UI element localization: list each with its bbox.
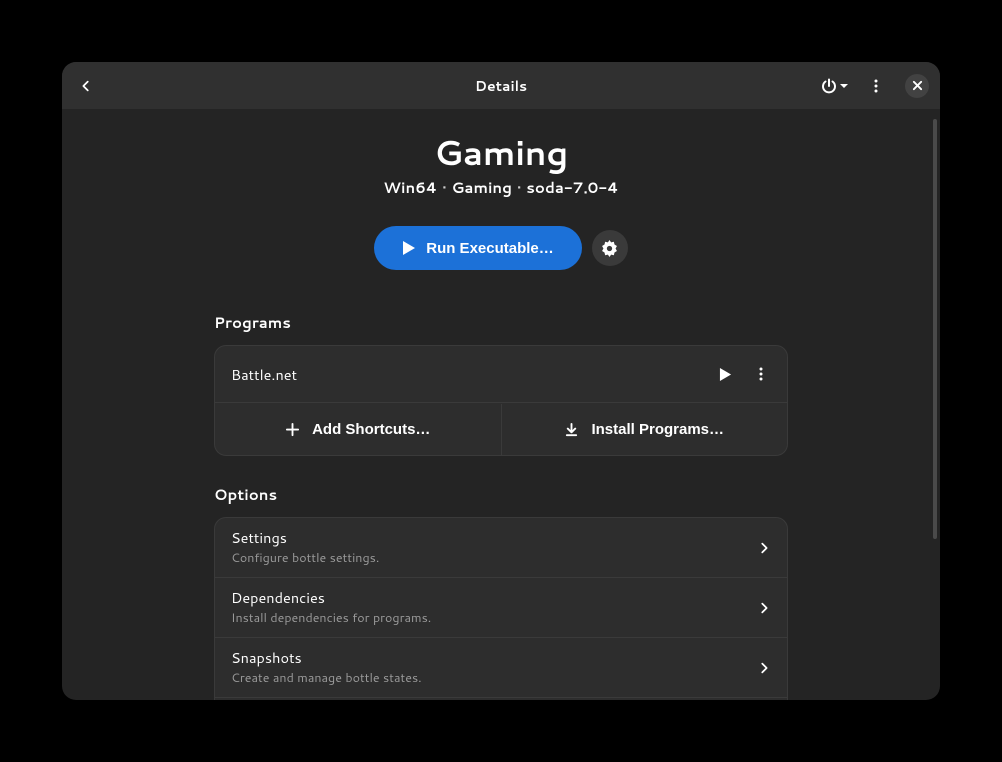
programs-actions-row: Add Shortcuts… Install Programs… <box>215 403 787 455</box>
play-icon <box>402 240 416 256</box>
bottle-arch: Win64 <box>383 177 437 198</box>
header-right <box>815 69 933 103</box>
option-title: Settings <box>231 529 757 548</box>
programs-section: Programs Battle.net Add Shortcuts… <box>214 292 788 464</box>
program-row: Battle.net <box>215 346 787 403</box>
bottle-env: Gaming <box>452 177 512 198</box>
main-menu-button[interactable] <box>859 69 893 103</box>
power-icon <box>821 78 837 94</box>
power-menu-button[interactable] <box>815 69 855 103</box>
option-title: Dependencies <box>231 589 757 608</box>
chevron-right-icon <box>757 601 771 615</box>
option-subtitle: Configure bottle settings. <box>231 550 757 566</box>
header-left <box>69 69 103 103</box>
install-programs-label: Install Programs… <box>591 421 724 438</box>
option-title: Snapshots <box>231 649 757 668</box>
options-heading: Options <box>214 472 788 517</box>
content-scroll[interactable]: Gaming Win64·Gaming·soda-7.0-4 Run Execu… <box>62 109 940 700</box>
play-icon <box>719 367 732 382</box>
option-dependencies[interactable]: Dependencies Install dependencies for pr… <box>215 578 787 638</box>
programs-list: Battle.net Add Shortcuts… Ins <box>214 345 788 456</box>
bottle-title: Gaming <box>62 133 940 172</box>
option-subtitle: Install dependencies for programs. <box>231 610 757 626</box>
plus-icon <box>285 422 300 437</box>
option-settings[interactable]: Settings Configure bottle settings. <box>215 518 787 578</box>
back-button[interactable] <box>69 69 103 103</box>
back-icon <box>79 79 93 93</box>
run-executable-button[interactable]: Run Executable… <box>374 226 582 270</box>
install-programs-button[interactable]: Install Programs… <box>502 404 788 455</box>
options-list: Settings Configure bottle settings. Depe… <box>214 517 788 700</box>
scrollbar-thumb[interactable] <box>933 119 937 539</box>
window: Details Gaming Win64·Gaming·soda-7.0-4 <box>62 62 940 700</box>
chevron-right-icon <box>757 661 771 675</box>
options-section: Options Settings Configure bottle settin… <box>214 464 788 700</box>
hero-actions: Run Executable… <box>62 226 940 270</box>
close-icon <box>912 80 923 91</box>
run-executable-label: Run Executable… <box>426 240 554 257</box>
option-task-manager[interactable]: Task Manager Manage running programs. <box>215 698 787 700</box>
kebab-icon <box>868 78 884 94</box>
kebab-icon <box>753 366 769 382</box>
add-shortcuts-label: Add Shortcuts… <box>312 421 430 438</box>
chevron-down-icon <box>839 81 849 91</box>
download-icon <box>564 422 579 437</box>
add-shortcuts-button[interactable]: Add Shortcuts… <box>215 404 502 455</box>
gear-icon <box>601 240 618 257</box>
program-menu-button[interactable] <box>743 356 779 392</box>
header-bar: Details <box>62 62 940 109</box>
bottle-subtitle: Win64·Gaming·soda-7.0-4 <box>62 177 940 198</box>
option-snapshots[interactable]: Snapshots Create and manage bottle state… <box>215 638 787 698</box>
preferences-button[interactable] <box>592 230 628 266</box>
programs-heading: Programs <box>214 300 788 345</box>
option-subtitle: Create and manage bottle states. <box>231 670 757 686</box>
hero: Gaming Win64·Gaming·soda-7.0-4 Run Execu… <box>62 109 940 292</box>
chevron-right-icon <box>757 541 771 555</box>
program-name: Battle.net <box>231 364 707 385</box>
page-title: Details <box>475 76 527 96</box>
close-button[interactable] <box>905 74 929 98</box>
bottle-runner: soda-7.0-4 <box>526 177 618 198</box>
program-play-button[interactable] <box>707 356 743 392</box>
